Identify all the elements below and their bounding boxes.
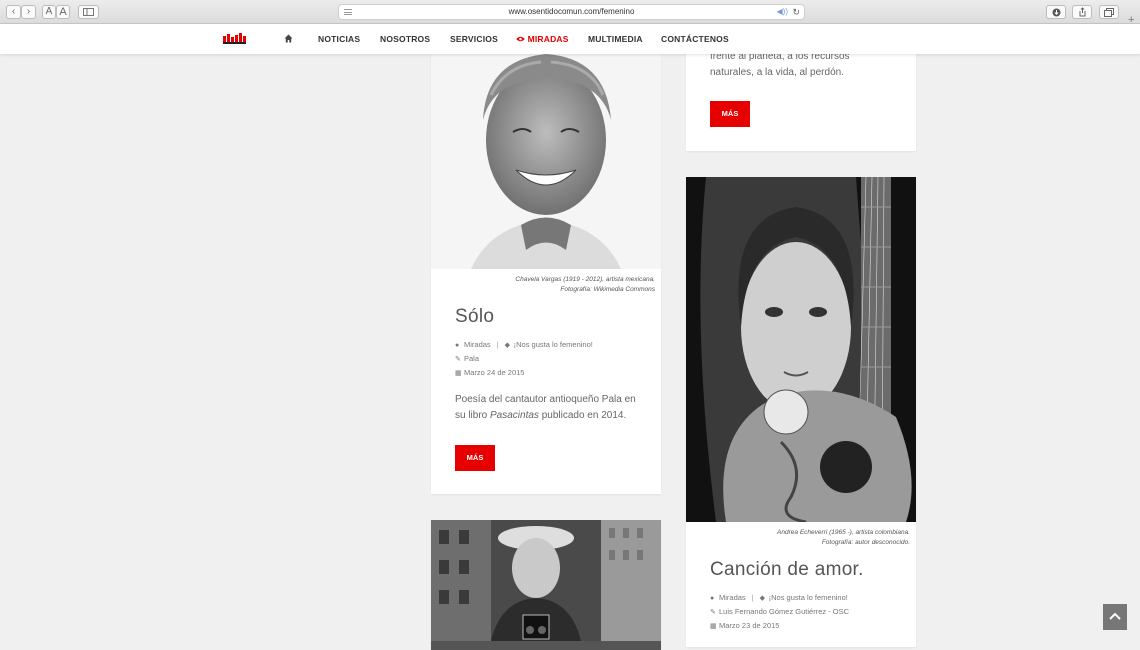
article-meta: ● Miradas | ◆ ¡Nos gusta lo femenino! ✎ Luis …	[710, 591, 910, 633]
site-logo[interactable]	[223, 33, 246, 44]
home-icon[interactable]	[284, 34, 293, 43]
calendar-icon: ▦	[455, 370, 462, 377]
article-photo-andrea[interactable]	[686, 177, 916, 522]
forward-button[interactable]: ›	[21, 5, 36, 19]
address-bar[interactable]: www.osentidocomun.com/femenino ◀)) ↻	[338, 4, 805, 20]
tabs-icon	[1104, 8, 1114, 17]
share-button[interactable]	[1072, 5, 1092, 19]
site-navigation: NOTICIAS NOSOTROS SERVICIOS MIRADAS MULT…	[0, 24, 1140, 54]
pencil-icon: ✎	[710, 609, 716, 616]
tag-icon: ◆	[504, 342, 511, 349]
pencil-icon: ✎	[455, 356, 461, 363]
article-card-cancion: Andrea Echeverri (1965 -), artista colom…	[686, 177, 916, 647]
nav-servicios[interactable]: SERVICIOS	[450, 24, 498, 54]
eye-icon: ●	[455, 342, 460, 349]
category-link[interactable]: Miradas	[464, 340, 491, 349]
url-text: www.osentidocomun.com/femenino	[508, 7, 635, 16]
share-icon	[1079, 7, 1085, 17]
audio-icon[interactable]: ◀))	[777, 5, 788, 19]
font-increase-button[interactable]: A	[56, 5, 70, 19]
article-title[interactable]: Canción de amor.	[710, 559, 864, 581]
calendar-icon: ▦	[710, 623, 717, 630]
tag-link[interactable]: ¡Nos gusta lo femenino!	[769, 593, 848, 602]
article-photo-next[interactable]	[431, 520, 661, 650]
download-icon	[1052, 8, 1060, 17]
category-link[interactable]: Miradas	[719, 593, 746, 602]
article-excerpt: Poesía del cantautor antioqueño Pala en …	[455, 394, 636, 421]
reader-icon[interactable]	[344, 9, 352, 15]
scroll-to-top-button[interactable]	[1103, 604, 1127, 630]
portrait-image	[686, 177, 916, 522]
tag-icon: ◆	[759, 595, 766, 602]
nav-miradas-label: MIRADAS	[527, 34, 569, 44]
author-link[interactable]: Luis Fernando Gómez Gutiérrez - OSC	[719, 607, 849, 616]
photo-caption: Andrea Echeverri (1965 -), artista colom…	[777, 529, 910, 546]
browser-toolbar: ‹ › A A www.osentidocomun.com/femenino ◀…	[0, 0, 1140, 26]
sidebar-icon	[83, 8, 94, 16]
read-more-button[interactable]: MÁS	[710, 101, 750, 127]
article-card-previous: frente al planeta, a los recursos natura…	[686, 40, 916, 151]
nav-miradas[interactable]: MIRADAS	[516, 24, 569, 54]
tag-link[interactable]: ¡Nos gusta lo femenino!	[514, 340, 593, 349]
chevron-up-icon	[1109, 612, 1121, 620]
nav-nosotros[interactable]: NOSOTROS	[380, 24, 430, 54]
article-card-solo: Chavela Vargas (1919 - 2012), artista me…	[431, 40, 661, 494]
portrait-image	[431, 40, 661, 269]
tabs-button[interactable]	[1099, 5, 1119, 19]
back-button[interactable]: ‹	[6, 5, 21, 19]
publish-date: Marzo 23 de 2015	[719, 621, 780, 630]
downloads-button[interactable]	[1046, 5, 1066, 19]
sidebar-toggle-button[interactable]	[78, 5, 99, 19]
article-photo-chavela[interactable]	[431, 40, 661, 269]
eye-icon: ●	[710, 595, 715, 602]
font-decrease-button[interactable]: A	[42, 5, 56, 19]
article-meta: ● Miradas | ◆ ¡Nos gusta lo femenino! ✎ Pala …	[455, 338, 655, 380]
author-link[interactable]: Pala	[464, 354, 479, 363]
eye-icon	[516, 36, 525, 42]
article-card-next	[431, 520, 661, 650]
reload-icon[interactable]: ↻	[792, 5, 800, 19]
nav-multimedia[interactable]: MULTIMEDIA	[588, 24, 643, 54]
nav-noticias[interactable]: NOTICIAS	[318, 24, 360, 54]
article-title[interactable]: Sólo	[455, 306, 494, 328]
photo-image	[431, 520, 661, 641]
nav-contactenos[interactable]: CONTÁCTENOS	[661, 24, 729, 54]
photo-caption: Chavela Vargas (1919 - 2012), artista me…	[515, 276, 655, 293]
read-more-button[interactable]: MÁS	[455, 445, 495, 471]
publish-date: Marzo 24 de 2015	[464, 368, 525, 377]
